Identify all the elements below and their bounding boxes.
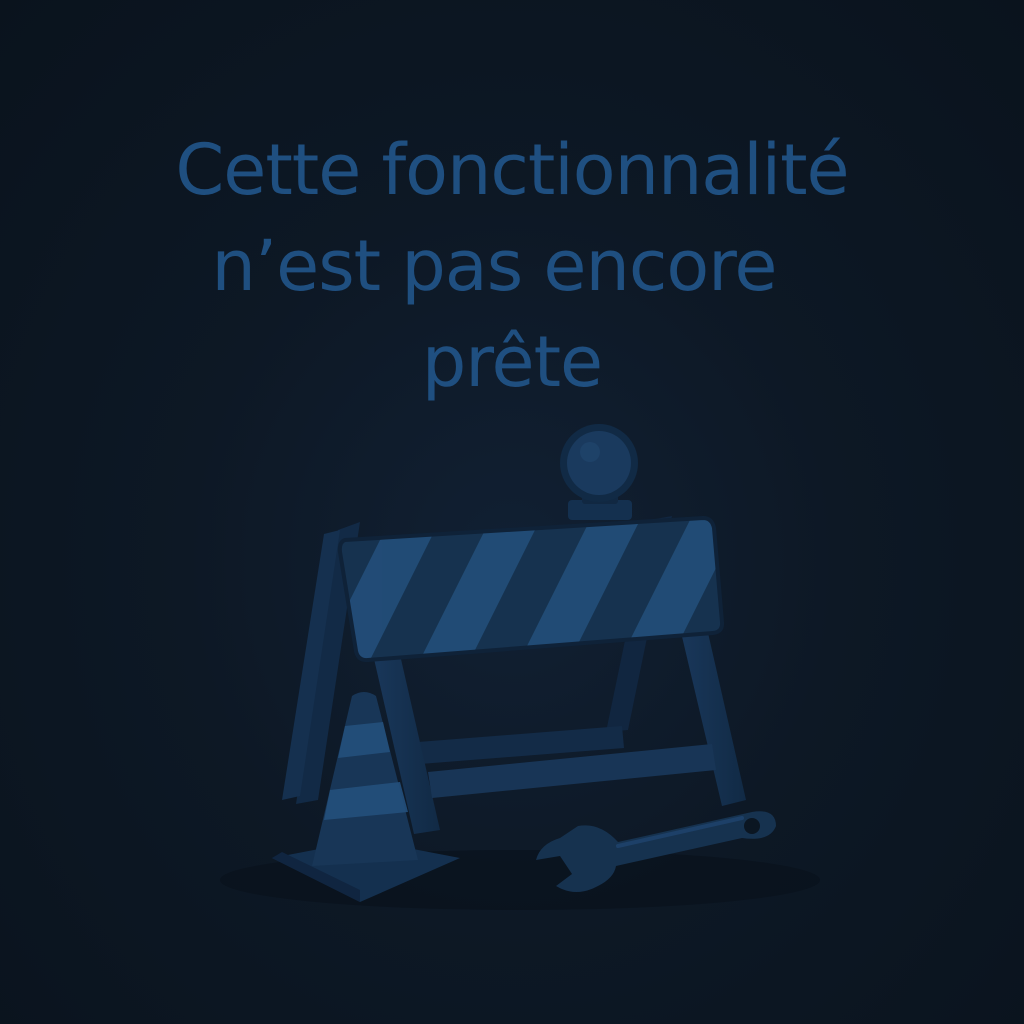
warning-light-icon <box>560 424 638 520</box>
construction-illustration <box>220 424 820 910</box>
under-construction-screen: Cette fonctionnalité n’est pas encore pr… <box>0 0 1024 1024</box>
